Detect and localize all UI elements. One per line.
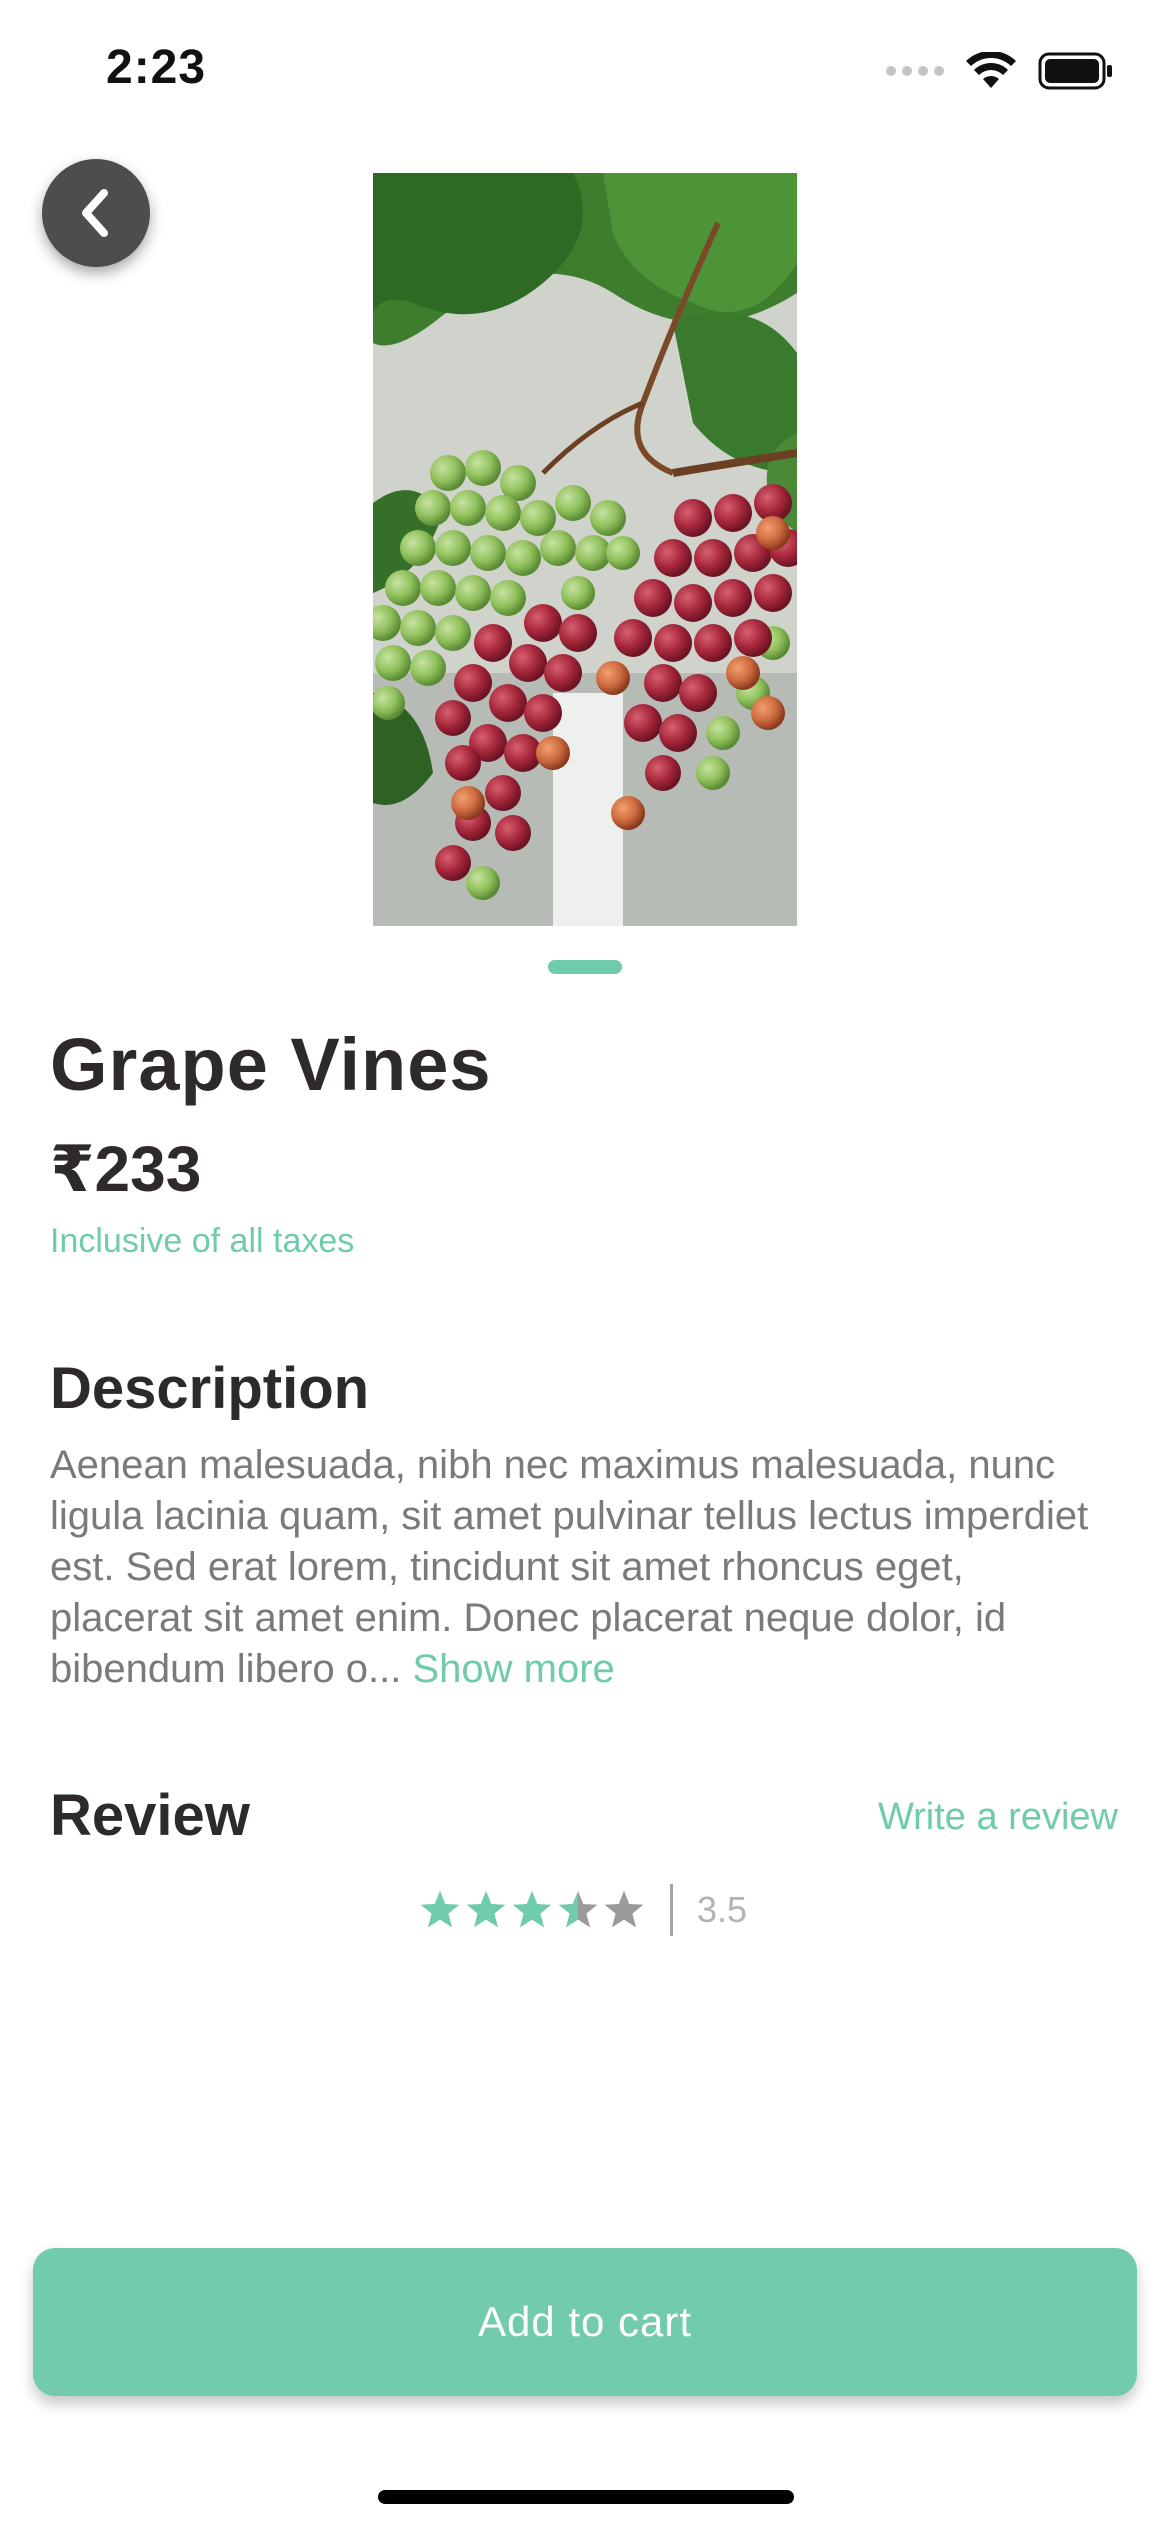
back-button[interactable]: [42, 159, 150, 267]
product-image: [373, 173, 797, 926]
star-half-icon: [558, 1890, 598, 1928]
show-more-link[interactable]: Show more: [412, 1647, 614, 1691]
carousel-indicator[interactable]: [548, 960, 622, 974]
product-title: Grape Vines: [50, 1023, 492, 1106]
star-empty-icon: [604, 1890, 644, 1928]
star-icon: [466, 1890, 506, 1928]
wifi-icon: [966, 52, 1016, 88]
battery-icon: [1038, 52, 1112, 90]
tax-note: Inclusive of all taxes: [50, 1222, 355, 1260]
status-icons: [886, 52, 1114, 90]
status-time: 2:23: [106, 41, 207, 94]
product-price: ₹233: [50, 1133, 202, 1205]
cellular-signal-icon: [886, 66, 944, 76]
rating-value: 3.5: [697, 1889, 748, 1930]
description-heading: Description: [50, 1356, 370, 1421]
home-indicator[interactable]: [378, 2490, 794, 2504]
add-to-cart-button[interactable]: Add to cart: [33, 2248, 1137, 2396]
write-review-link[interactable]: Write a review: [878, 1796, 1118, 1839]
review-heading: Review: [50, 1783, 250, 1848]
rating-stars: [418, 1889, 646, 1931]
product-detail-screen: 2:23 Grape Vines ₹233 Inclusive of all t…: [0, 0, 1170, 2532]
star-icon: [420, 1890, 460, 1928]
star-icon: [512, 1890, 552, 1928]
rating-summary: 3.5: [418, 1880, 747, 1940]
description-text: Aenean malesuada, nibh nec maximus males…: [50, 1440, 1100, 1695]
rating-divider: [670, 1884, 673, 1936]
chevron-left-icon: [82, 189, 108, 237]
